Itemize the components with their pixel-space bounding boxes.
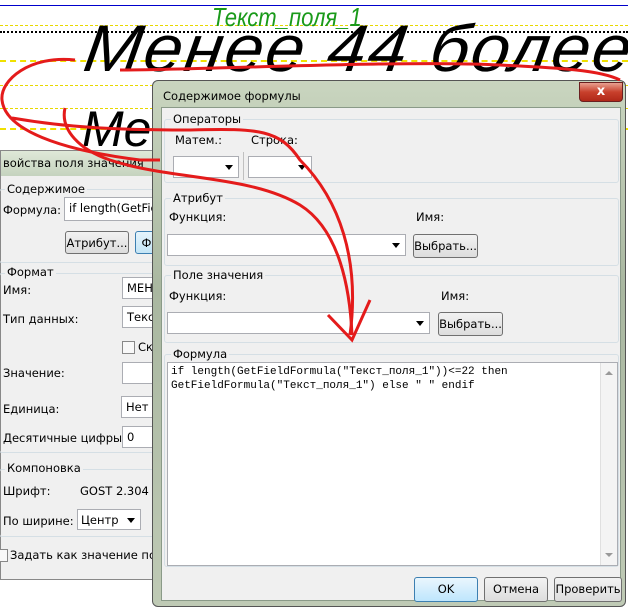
string-label: Строка:: [251, 133, 298, 147]
attribute-select-button[interactable]: Выбрать...: [413, 234, 478, 258]
checkbox-label: Ск: [138, 340, 153, 354]
dialog-body: Операторы Матем.: Строка: Атрибут Функци…: [161, 107, 622, 602]
default-checkbox-label: Задать как значение по ум: [10, 548, 176, 562]
name-label: Имя:: [416, 210, 445, 224]
formula-content-dialog: Содержимое формулы x Операторы Матем.: С…: [152, 80, 626, 607]
formula-input[interactable]: if length(GetFie: [64, 197, 164, 221]
name-label: Имя:: [3, 283, 32, 297]
dialog-title: Содержимое формулы: [163, 89, 301, 103]
math-label: Матем.:: [175, 133, 222, 147]
chevron-down-icon: [127, 517, 135, 523]
scroll-up-icon[interactable]: [605, 371, 613, 375]
group-label: Формула: [171, 347, 230, 361]
group-label: Формат: [5, 265, 56, 279]
cancel-button[interactable]: Отмена: [484, 577, 548, 602]
group-label: Поле значения: [171, 268, 266, 282]
attribute-button[interactable]: Атрибут...: [65, 231, 129, 254]
scrollbar[interactable]: [600, 363, 617, 565]
attribute-function-select[interactable]: [167, 234, 406, 256]
unit-label: Единица:: [3, 402, 60, 416]
checkbox[interactable]: [122, 341, 135, 354]
dialog-title: войства поля значения: [1, 151, 161, 176]
chevron-down-icon: [298, 165, 306, 170]
scroll-down-icon[interactable]: [605, 553, 613, 557]
separator: [243, 152, 244, 180]
math-operator-select[interactable]: [173, 156, 239, 178]
group-label: Атрибут: [171, 191, 225, 205]
name-label: Имя:: [441, 289, 470, 303]
chevron-down-icon: [225, 165, 233, 170]
width-label: По ширине:: [3, 514, 74, 528]
width-select[interactable]: Центр: [77, 509, 141, 530]
ok-button[interactable]: OK: [414, 577, 478, 602]
chevron-down-icon: [392, 243, 400, 248]
group-label: Компоновка: [5, 461, 83, 475]
field-function-select[interactable]: [167, 312, 430, 334]
group-label: Операторы: [171, 112, 244, 126]
value-label: Значение:: [3, 366, 65, 380]
default-checkbox[interactable]: [0, 549, 8, 562]
function-label: Функция:: [169, 210, 227, 224]
close-button[interactable]: x: [579, 82, 623, 102]
function-label: Функция:: [169, 289, 227, 303]
width-value: Центр: [81, 513, 119, 527]
field-select-button[interactable]: Выбрать...: [438, 312, 503, 336]
check-button[interactable]: Проверить: [554, 577, 622, 602]
formula-textarea[interactable]: if length(GetFieldFormula("Текст_поля_1"…: [167, 362, 618, 566]
chevron-down-icon: [416, 321, 424, 326]
group-label: Содержимое: [5, 182, 88, 196]
decimals-label: Десятичные цифры:: [3, 431, 126, 445]
font-label: Шрифт:: [3, 484, 51, 498]
formula-label: Формула:: [3, 203, 61, 217]
string-operator-select[interactable]: [248, 156, 312, 178]
datatype-label: Тип данных:: [3, 312, 79, 326]
field-properties-dialog: войства поля значения Содержимое Формула…: [0, 150, 175, 580]
formula-text: if length(GetFieldFormula("Текст_поля_1"…: [171, 366, 508, 392]
drawing-text-line1[interactable]: Менее 44 более: [79, 10, 628, 86]
